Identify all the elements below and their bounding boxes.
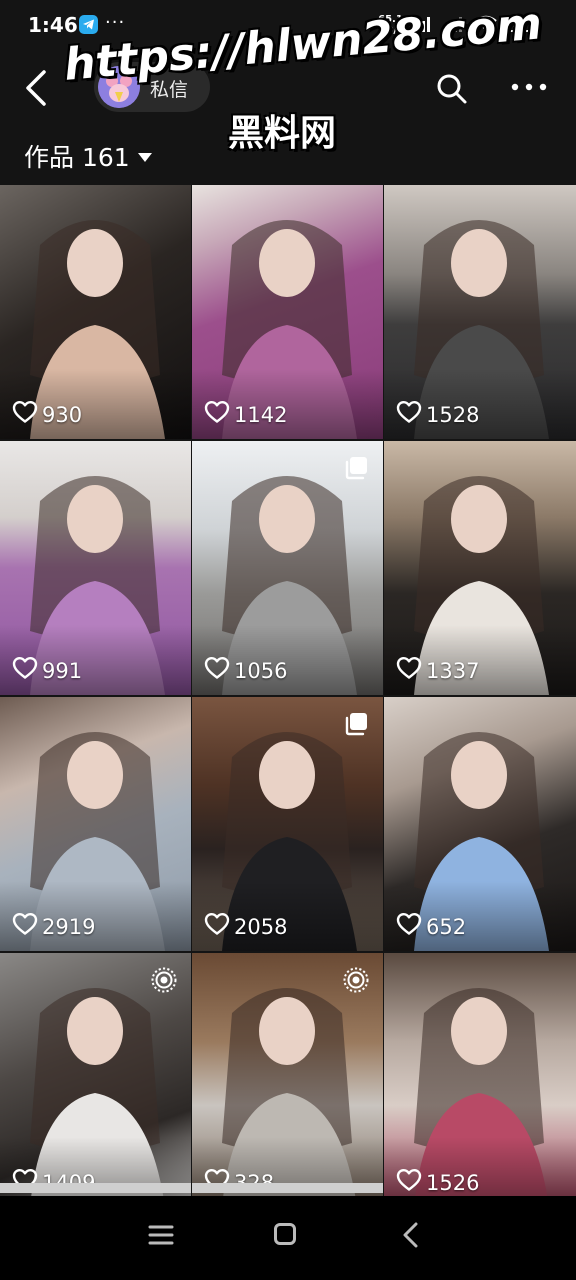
heart-icon — [12, 912, 38, 941]
next-row-tile — [192, 1183, 383, 1193]
like-count: 652 — [396, 912, 466, 941]
back-icon[interactable] — [22, 70, 52, 110]
like-count-value: 991 — [42, 658, 83, 683]
recent-apps-icon[interactable] — [148, 1224, 174, 1250]
like-count: 1528 — [396, 400, 479, 429]
heart-icon — [204, 656, 230, 685]
next-row-tile — [0, 1183, 191, 1193]
heart-icon — [396, 656, 422, 685]
like-count-value: 1337 — [426, 658, 480, 683]
video-tile[interactable]: 1409 — [0, 953, 191, 1207]
video-tile[interactable]: 1142 — [192, 185, 383, 439]
video-tile[interactable]: 652 — [384, 697, 576, 951]
like-count-value: 1526 — [426, 1170, 480, 1195]
like-count-value: 930 — [42, 402, 83, 427]
telegram-icon — [79, 15, 98, 34]
system-nav-bar — [0, 1196, 576, 1280]
video-tile[interactable]: 991 — [0, 441, 191, 695]
like-count-value: 1056 — [234, 658, 288, 683]
video-tile[interactable]: 1337 — [384, 441, 576, 695]
like-count: 1142 — [204, 400, 287, 429]
like-count: 991 — [12, 656, 82, 685]
caret-down-icon — [137, 153, 152, 162]
like-count: 2919 — [12, 912, 95, 941]
live-icon — [151, 967, 177, 997]
video-tile[interactable]: 930 — [0, 185, 191, 439]
video-tile[interactable]: 1528 — [384, 185, 576, 439]
nav-back-icon[interactable] — [402, 1222, 420, 1252]
like-count-value: 2919 — [42, 914, 96, 939]
heart-icon — [396, 912, 422, 941]
notification-more-icon: ··· — [105, 12, 126, 33]
heart-icon — [12, 400, 38, 429]
like-count-value: 2058 — [234, 914, 288, 939]
video-tile[interactable]: 1526 — [384, 953, 576, 1207]
home-icon[interactable] — [274, 1223, 296, 1245]
video-tile[interactable]: 2058 — [192, 697, 383, 951]
like-count: 1526 — [396, 1168, 479, 1197]
like-count: 2058 — [204, 912, 287, 941]
heart-icon — [204, 912, 230, 941]
multi-image-icon — [343, 711, 369, 741]
heart-icon — [204, 400, 230, 429]
heart-icon — [396, 1168, 422, 1197]
works-label: 作品 161 — [24, 143, 130, 172]
video-tile[interactable]: 328 — [192, 953, 383, 1207]
search-icon[interactable] — [435, 72, 469, 110]
like-count-value: 652 — [426, 914, 467, 939]
live-icon — [343, 967, 369, 997]
heart-icon — [12, 656, 38, 685]
watermark-name: 黑料网 — [228, 113, 337, 154]
like-count-value: 1528 — [426, 402, 480, 427]
multi-image-icon — [343, 455, 369, 485]
video-tile[interactable]: 2919 — [0, 697, 191, 951]
more-icon[interactable] — [510, 78, 550, 97]
like-count: 1337 — [396, 656, 479, 685]
status-time: 1:46 — [28, 13, 78, 37]
video-grid: 930 1142 1528 991 1056 1337 2919 2058 652 1409328… — [0, 185, 576, 1207]
like-count: 930 — [12, 400, 82, 429]
heart-icon — [396, 400, 422, 429]
like-count-value: 1142 — [234, 402, 288, 427]
video-tile[interactable]: 1056 — [192, 441, 383, 695]
works-tab[interactable]: 作品 161 — [24, 138, 152, 174]
like-count: 1056 — [204, 656, 287, 685]
